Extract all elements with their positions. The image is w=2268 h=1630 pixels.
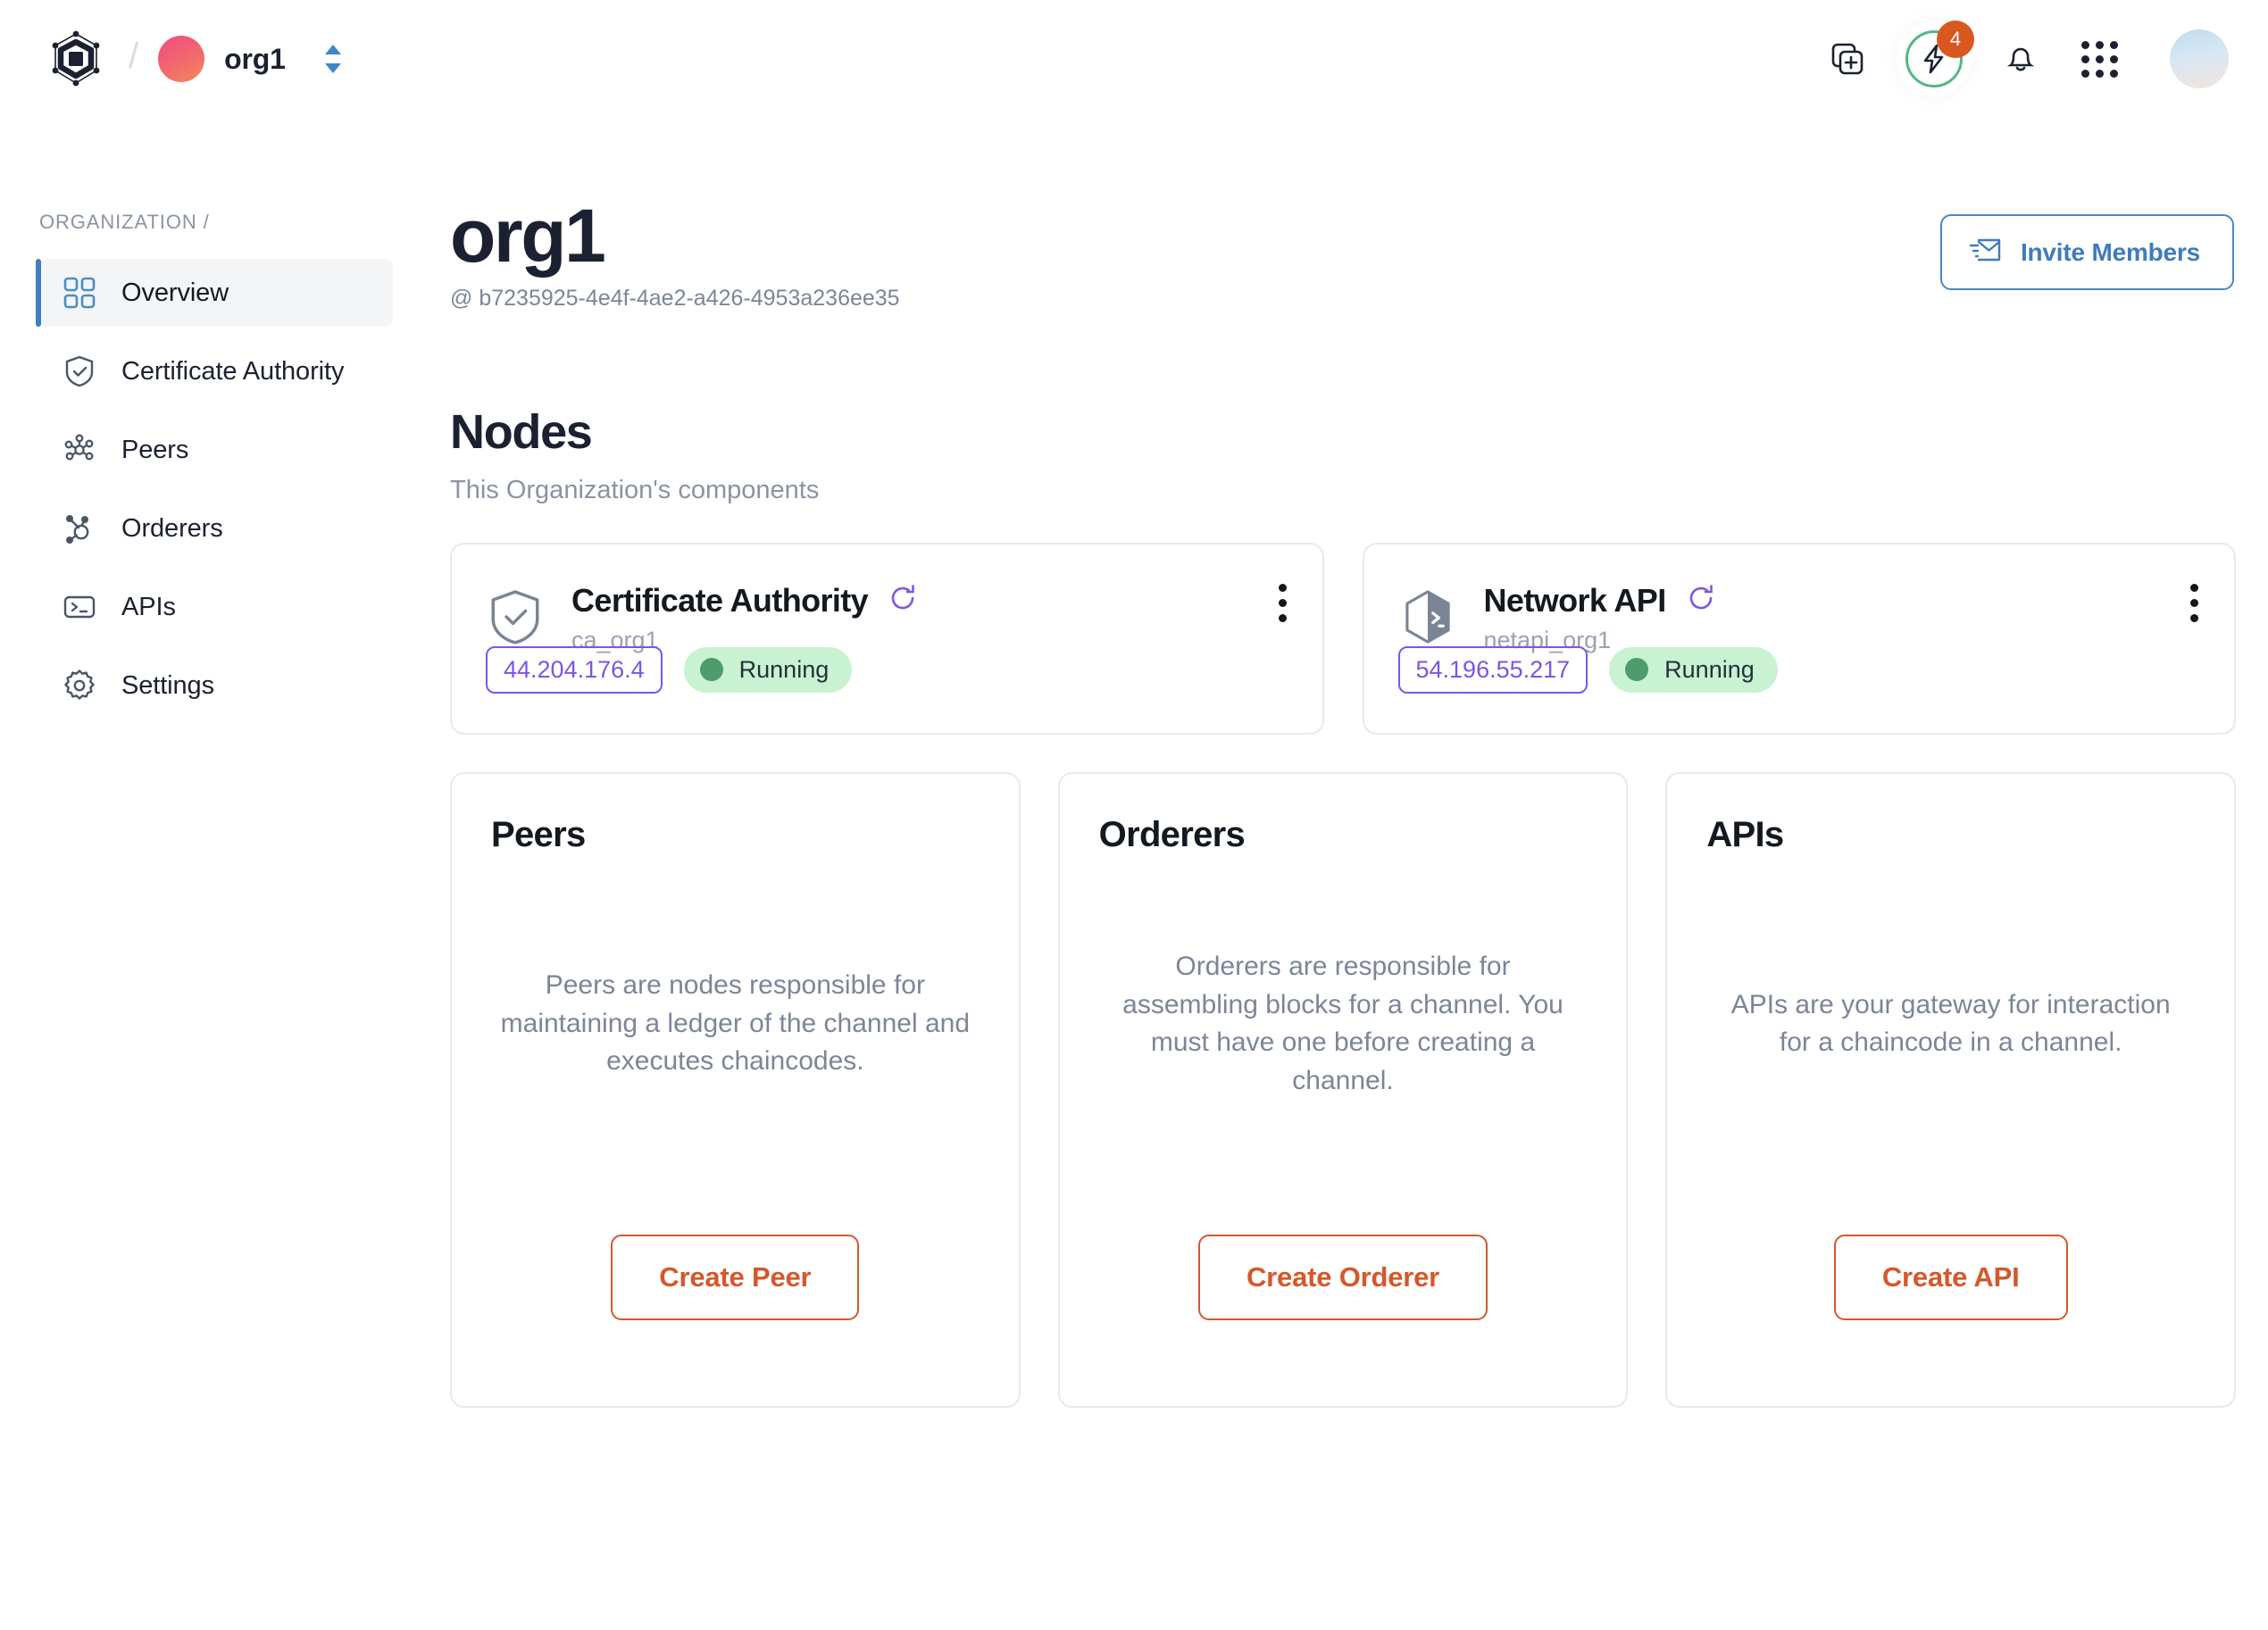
page-header: org1 @ b7235925-4e4f-4ae2-a426-4953a236e… [450, 118, 2236, 312]
cta-card-description: APIs are your gateway for interaction fo… [1730, 989, 2171, 1058]
breadcrumb-separator: / [129, 37, 139, 76]
status-dot-icon [699, 658, 723, 682]
grid-squares-icon [61, 274, 98, 312]
mail-send-icon [1969, 236, 2001, 269]
shield-check-icon [61, 353, 98, 390]
shield-check-icon [486, 587, 545, 646]
node-card-footer: 54.196.55.217 Running [1397, 645, 1778, 694]
sidebar-item-label: Settings [121, 670, 214, 700]
notification-count-badge: 4 [1937, 21, 1974, 58]
sidebar-item-label: Peers [121, 435, 189, 464]
nodes-section-title: Nodes [450, 404, 593, 459]
chevron-up-down-icon[interactable] [321, 41, 345, 77]
node-card-title: Certificate Authority [571, 581, 869, 619]
nodes-section-subtitle: This Organization's components [450, 475, 820, 504]
top-bar: / org1 4 [0, 0, 2268, 118]
sidebar-item-certificate-authority[interactable]: Certificate Authority [38, 337, 393, 405]
cube-terminal-icon [1398, 587, 1457, 646]
main-content: org1 @ b7235925-4e4f-4ae2-a426-4953a236e… [420, 118, 2268, 1630]
ip-address-pill[interactable]: 54.196.55.217 [1397, 645, 1588, 694]
node-card-titles: Certificate Authority ca_org1 [571, 582, 918, 654]
ip-address-pill[interactable]: 44.204.176.4 [486, 645, 663, 694]
refresh-icon[interactable] [888, 583, 918, 618]
sidebar-item-label: Certificate Authority [121, 356, 345, 386]
organization-id: @ b7235925-4e4f-4ae2-a426-4953a236ee35 [450, 285, 900, 311]
node-card-network-api[interactable]: Network API netapi_org1 54.196.55.217 Ru… [1362, 542, 2236, 735]
sidebar-item-label: Overview [121, 278, 229, 307]
status-label: Running [738, 655, 830, 683]
sidebar-item-apis[interactable]: APIs [38, 573, 393, 641]
node-card-title-line: Certificate Authority [571, 582, 918, 620]
create-peer-button[interactable]: Create Peer [611, 1234, 860, 1320]
invite-members-label: Invite Members [2020, 237, 2200, 266]
sidebar-item-orderers[interactable]: Orderers [38, 495, 393, 562]
invite-members-button[interactable]: Invite Members [1939, 214, 2234, 290]
hexagon-cube-logo-icon[interactable] [46, 29, 105, 88]
node-card-certificate-authority[interactable]: Certificate Authority ca_org1 44.204.176… [450, 542, 1324, 735]
bell-icon[interactable] [2000, 38, 2041, 79]
refresh-icon[interactable] [1686, 583, 1716, 618]
top-bar-right: 4 [1827, 21, 2229, 88]
create-api-button[interactable]: Create API [1833, 1234, 2068, 1320]
cta-card-description: Peers are nodes responsible for maintain… [500, 970, 971, 1077]
create-orderer-button[interactable]: Create Orderer [1197, 1234, 1488, 1320]
page-title-block: org1 @ b7235925-4e4f-4ae2-a426-4953a236e… [450, 194, 900, 312]
terminal-prompt-icon [61, 588, 98, 626]
node-card-title-line: Network API [1484, 582, 1716, 620]
avatar[interactable] [2170, 29, 2229, 88]
node-cards-row: Certificate Authority ca_org1 44.204.176… [450, 542, 2236, 735]
cta-card-description: Orderers are responsible for assembling … [1122, 951, 1563, 1095]
sidebar-kicker: ORGANIZATION / [39, 211, 210, 233]
add-to-stack-icon[interactable] [1827, 38, 1868, 79]
node-card-header: Network API netapi_org1 [1398, 582, 2201, 654]
nodes-network-icon [61, 431, 98, 469]
node-card-titles: Network API netapi_org1 [1484, 582, 1716, 654]
top-bar-left: / org1 [46, 29, 345, 88]
sidebar-item-settings[interactable]: Settings [38, 652, 393, 719]
org-avatar [158, 36, 205, 82]
apps-grid-icon[interactable] [2079, 38, 2120, 79]
cta-card-peers: Peers Peers are nodes responsible for ma… [450, 771, 1021, 1408]
cta-button-wrap: Create Orderer [1099, 1234, 1588, 1406]
gear-icon [61, 667, 98, 704]
cta-button-wrap: Create Peer [491, 1234, 980, 1406]
node-card-title: Network API [1483, 581, 1667, 619]
status-dot-icon [1625, 658, 1649, 682]
sidebar: ORGANIZATION / Overview Certificate Auth… [0, 118, 420, 1630]
cta-card-apis: APIs APIs are your gateway for interacti… [1665, 771, 2237, 1408]
sidebar-item-peers[interactable]: Peers [38, 416, 393, 484]
org-name-label: org1 [224, 42, 286, 75]
cta-cards-row: Peers Peers are nodes responsible for ma… [450, 771, 2237, 1408]
status-badge: Running [683, 646, 853, 693]
status-badge: Running [1609, 646, 1778, 693]
cta-button-wrap: Create API [1706, 1234, 2195, 1406]
sidebar-item-label: APIs [121, 592, 176, 621]
sidebar-item-overview[interactable]: Overview [36, 259, 393, 327]
status-label: Running [1664, 655, 1755, 683]
cta-card-orderers: Orderers Orderers are responsible for as… [1057, 771, 1629, 1408]
kebab-menu-icon[interactable] [1278, 583, 1287, 622]
sidebar-item-label: Orderers [121, 513, 223, 543]
node-card-header: Certificate Authority ca_org1 [486, 582, 1288, 654]
orderer-hub-icon [61, 510, 98, 547]
sidebar-nav: Overview Certificate Authority Peers Ord… [0, 259, 420, 719]
lightning-bolt-icon[interactable]: 4 [1905, 21, 1974, 87]
kebab-menu-icon[interactable] [2190, 583, 2198, 622]
page-title: org1 [450, 194, 606, 278]
node-card-footer: 44.204.176.4 Running [486, 645, 853, 694]
